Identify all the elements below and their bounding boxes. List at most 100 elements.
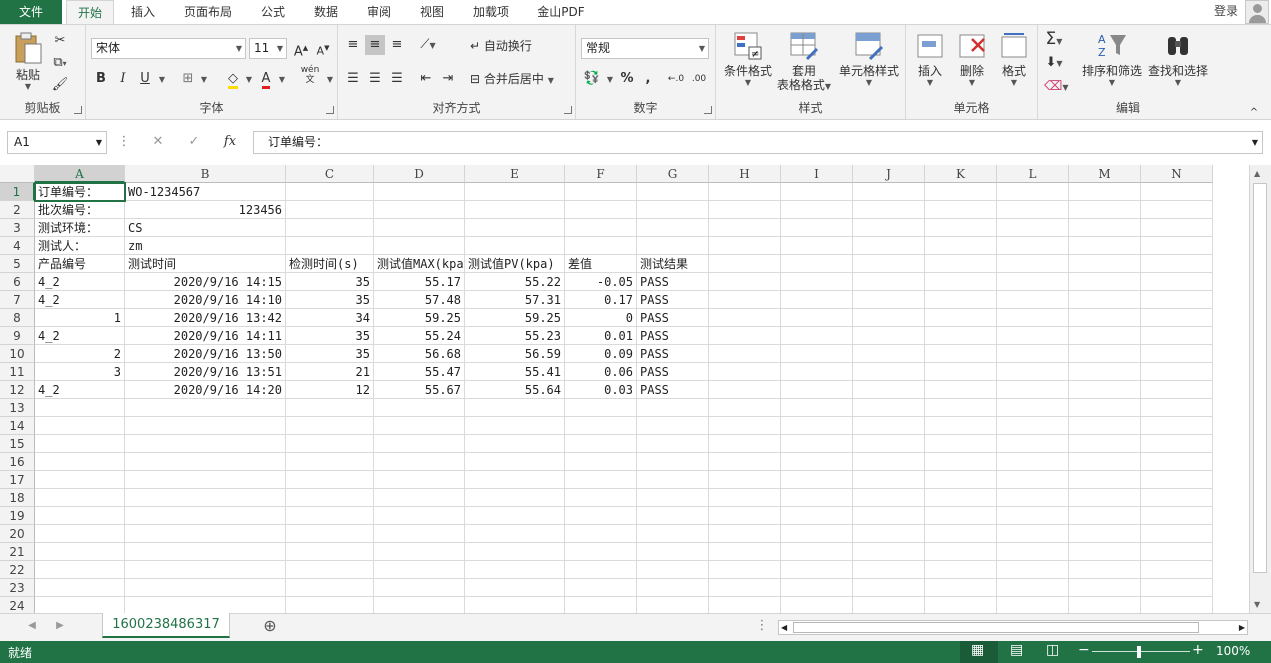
- cell-k22[interactable]: [925, 561, 997, 579]
- horizontal-scrollbar[interactable]: ◀ ▶: [778, 620, 1248, 635]
- cell-b13[interactable]: [125, 399, 286, 417]
- cell-l5[interactable]: [997, 255, 1069, 273]
- cell-j14[interactable]: [853, 417, 925, 435]
- find-select-button[interactable]: 查找和选择 ▼: [1146, 31, 1210, 87]
- cell-b22[interactable]: [125, 561, 286, 579]
- cell-e19[interactable]: [465, 507, 565, 525]
- cell-n15[interactable]: [1141, 435, 1213, 453]
- cell-h5[interactable]: [709, 255, 781, 273]
- cell-b9[interactable]: 2020/9/16 14:11: [125, 327, 286, 345]
- cell-m15[interactable]: [1069, 435, 1141, 453]
- cell-m22[interactable]: [1069, 561, 1141, 579]
- cell-c19[interactable]: [286, 507, 374, 525]
- cell-d1[interactable]: [374, 183, 465, 201]
- cell-c1[interactable]: [286, 183, 374, 201]
- cell-d20[interactable]: [374, 525, 465, 543]
- cell-c6[interactable]: 35: [286, 273, 374, 291]
- cell-m3[interactable]: [1069, 219, 1141, 237]
- cell-l7[interactable]: [997, 291, 1069, 309]
- formula-options-icon[interactable]: ⋮: [114, 132, 134, 152]
- cell-d19[interactable]: [374, 507, 465, 525]
- delete-cells-button[interactable]: 删除 ▼: [952, 31, 992, 87]
- cell-j23[interactable]: [853, 579, 925, 597]
- cell-c9[interactable]: 35: [286, 327, 374, 345]
- cell-d8[interactable]: 59.25: [374, 309, 465, 327]
- cell-j8[interactable]: [853, 309, 925, 327]
- cell-h10[interactable]: [709, 345, 781, 363]
- cell-a1[interactable]: 订单编号：: [34, 182, 126, 202]
- cell-f24[interactable]: [565, 597, 637, 613]
- cell-k21[interactable]: [925, 543, 997, 561]
- cell-j18[interactable]: [853, 489, 925, 507]
- tab-page-layout[interactable]: 页面布局: [176, 0, 240, 24]
- cell-i7[interactable]: [781, 291, 853, 309]
- cell-c16[interactable]: [286, 453, 374, 471]
- conditional-formatting-button[interactable]: ≠ 条件格式 ▼: [720, 31, 776, 87]
- cell-d4[interactable]: [374, 237, 465, 255]
- zoom-in-icon[interactable]: +: [1192, 642, 1204, 658]
- cell-n9[interactable]: [1141, 327, 1213, 345]
- cell-g15[interactable]: [637, 435, 709, 453]
- cell-k9[interactable]: [925, 327, 997, 345]
- cell-i23[interactable]: [781, 579, 853, 597]
- cell-j7[interactable]: [853, 291, 925, 309]
- cell-f9[interactable]: 0.01: [565, 327, 637, 345]
- column-header-b[interactable]: B: [125, 165, 286, 183]
- number-format-select[interactable]: 常规 ▼: [581, 38, 709, 59]
- cell-k3[interactable]: [925, 219, 997, 237]
- cell-l9[interactable]: [997, 327, 1069, 345]
- cell-d24[interactable]: [374, 597, 465, 613]
- font-size-select[interactable]: 11 ▼: [249, 38, 287, 59]
- cell-h8[interactable]: [709, 309, 781, 327]
- paste-button[interactable]: 粘贴 ▼: [10, 31, 46, 93]
- cell-e6[interactable]: 55.22: [465, 273, 565, 291]
- align-top-icon[interactable]: ≡: [343, 35, 363, 55]
- row-header-24[interactable]: 24: [0, 597, 35, 613]
- cell-e24[interactable]: [465, 597, 565, 613]
- cell-e2[interactable]: [465, 201, 565, 219]
- cell-e23[interactable]: [465, 579, 565, 597]
- cell-l4[interactable]: [997, 237, 1069, 255]
- cell-h9[interactable]: [709, 327, 781, 345]
- sheet-bar-splitter-icon[interactable]: ⋮: [752, 616, 772, 636]
- cell-n17[interactable]: [1141, 471, 1213, 489]
- cell-k14[interactable]: [925, 417, 997, 435]
- cell-i11[interactable]: [781, 363, 853, 381]
- cell-l8[interactable]: [997, 309, 1069, 327]
- scroll-left-icon[interactable]: ◀: [781, 621, 787, 634]
- cell-b8[interactable]: 2020/9/16 13:42: [125, 309, 286, 327]
- decrease-decimal-icon[interactable]: .00: [689, 69, 709, 89]
- cell-j3[interactable]: [853, 219, 925, 237]
- cell-c17[interactable]: [286, 471, 374, 489]
- row-header-18[interactable]: 18: [0, 489, 35, 507]
- align-bottom-icon[interactable]: ≡: [387, 35, 407, 55]
- fill-icon[interactable]: ⬇▼: [1044, 53, 1064, 73]
- cell-n11[interactable]: [1141, 363, 1213, 381]
- cell-h12[interactable]: [709, 381, 781, 399]
- row-header-23[interactable]: 23: [0, 579, 35, 597]
- tab-insert[interactable]: 插入: [122, 0, 164, 24]
- row-header-7[interactable]: 7: [0, 291, 35, 309]
- cell-i13[interactable]: [781, 399, 853, 417]
- cell-a14[interactable]: [35, 417, 125, 435]
- cell-n7[interactable]: [1141, 291, 1213, 309]
- cell-g1[interactable]: [637, 183, 709, 201]
- cell-d10[interactable]: 56.68: [374, 345, 465, 363]
- cell-i2[interactable]: [781, 201, 853, 219]
- cell-a11[interactable]: 3: [35, 363, 125, 381]
- number-launcher-icon[interactable]: [704, 106, 712, 114]
- cell-l23[interactable]: [997, 579, 1069, 597]
- cell-h2[interactable]: [709, 201, 781, 219]
- cell-j20[interactable]: [853, 525, 925, 543]
- cell-n4[interactable]: [1141, 237, 1213, 255]
- cell-n13[interactable]: [1141, 399, 1213, 417]
- align-right-icon[interactable]: ☰: [387, 69, 407, 89]
- zoom-slider[interactable]: [1092, 651, 1190, 652]
- cell-c4[interactable]: [286, 237, 374, 255]
- cell-l17[interactable]: [997, 471, 1069, 489]
- cell-f8[interactable]: 0: [565, 309, 637, 327]
- percent-icon[interactable]: %: [617, 69, 637, 89]
- font-color-dropdown-icon[interactable]: ▼: [272, 69, 292, 89]
- zoom-slider-thumb[interactable]: [1137, 646, 1141, 658]
- cell-l6[interactable]: [997, 273, 1069, 291]
